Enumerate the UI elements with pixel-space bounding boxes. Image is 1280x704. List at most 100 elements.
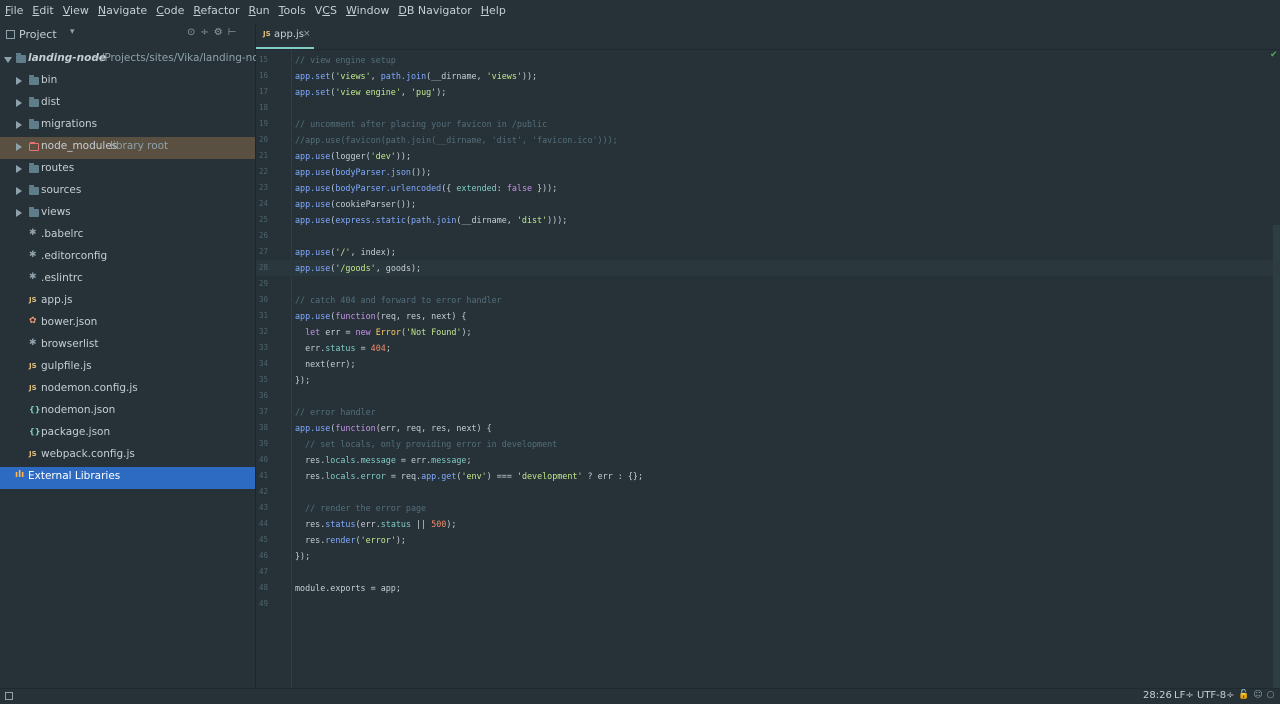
- expand-arrow-icon[interactable]: [16, 77, 22, 85]
- line-number: 31: [258, 311, 268, 320]
- close-icon[interactable]: ×: [303, 29, 311, 39]
- code-line: 17 app.set('view engine', 'pug');: [256, 84, 1280, 100]
- code-line: 34 next(err);: [256, 356, 1280, 372]
- line-number: 49: [258, 599, 268, 608]
- tree-item-dist[interactable]: dist: [0, 93, 255, 115]
- lock-icon[interactable]: 🔓: [1238, 690, 1253, 700]
- tree-item-editorconfig[interactable]: ✱ .editorconfig: [0, 247, 255, 269]
- config-file-icon: ✱: [29, 272, 37, 282]
- tree-item-label: views: [41, 206, 71, 218]
- line-number: 15: [258, 55, 268, 64]
- menu-refactor[interactable]: Refactor: [188, 0, 243, 22]
- hide-panel-icon[interactable]: ⊢: [228, 27, 242, 38]
- tree-item-gulpfile-js[interactable]: JS gulpfile.js: [0, 357, 255, 379]
- code-editor[interactable]: ✔ 15// view engine setup 16 app.set('views…: [256, 50, 1280, 688]
- tool-windows-icon[interactable]: [5, 692, 13, 700]
- caret-position[interactable]: 28:26: [1143, 690, 1172, 701]
- code-line: 48 module.exports = app;: [256, 580, 1280, 596]
- js-file-icon: JS: [29, 384, 37, 392]
- tree-item-label: package.json: [41, 426, 111, 438]
- json-file-icon: {}: [29, 405, 41, 414]
- tree-item-babelrc[interactable]: ✱ .babelrc: [0, 225, 255, 247]
- tree-item-migrations[interactable]: migrations: [0, 115, 255, 137]
- tree-item-external-libraries[interactable]: ılı External Libraries: [0, 467, 255, 489]
- tree-item-package-json[interactable]: {} package.json: [0, 423, 255, 445]
- code-line: 49: [256, 596, 1280, 612]
- expand-arrow-icon[interactable]: [16, 165, 22, 173]
- expand-arrow-icon[interactable]: [16, 143, 22, 151]
- line-number: 47: [258, 567, 268, 576]
- code-line: 18: [256, 100, 1280, 116]
- code-line: 16 app.set('views', path.join(__dirname, …: [256, 68, 1280, 84]
- dropdown-icon[interactable]: ▾: [70, 27, 75, 37]
- line-number: 48: [258, 583, 268, 592]
- menu-code[interactable]: Code: [151, 0, 188, 22]
- code-text: app.use(function(req, res, next) {: [295, 311, 467, 321]
- tab-app-js[interactable]: JS app.js ×: [256, 23, 314, 49]
- menu-window[interactable]: Window: [341, 0, 393, 22]
- tree-item-eslintrc[interactable]: ✱ .eslintrc: [0, 269, 255, 291]
- tree-item-nodemon-json[interactable]: {} nodemon.json: [0, 401, 255, 423]
- line-number: 26: [258, 231, 268, 240]
- menu-help[interactable]: Help: [476, 0, 510, 22]
- code-text: // render the error page: [295, 503, 427, 513]
- library-root-note: library root: [110, 140, 169, 152]
- tree-item-sources[interactable]: sources: [0, 181, 255, 203]
- expand-arrow-icon[interactable]: [16, 121, 22, 129]
- tree-item-bin[interactable]: bin: [0, 71, 255, 93]
- folder-icon: [29, 142, 39, 151]
- tree-item-nodemon-config-js[interactable]: JS nodemon.config.js: [0, 379, 255, 401]
- menu-tools[interactable]: Tools: [274, 0, 310, 22]
- expand-arrow-icon[interactable]: [16, 187, 22, 195]
- code-line: 41 res.locals.error = req.app.get('env')…: [256, 468, 1280, 484]
- code-line: 27 app.use('/', index);: [256, 244, 1280, 260]
- expand-arrow-icon[interactable]: [4, 57, 12, 63]
- folder-icon: [29, 97, 39, 107]
- line-number: 37: [258, 407, 268, 416]
- tree-item-webpack-config-js[interactable]: JS webpack.config.js: [0, 445, 255, 467]
- code-text: // error handler: [295, 407, 376, 417]
- code-line: 28 app.use('/goods', goods);: [256, 260, 1280, 276]
- menu-vcs[interactable]: VCS: [310, 0, 341, 22]
- menu-db-navigator[interactable]: DB Navigator: [393, 0, 475, 22]
- inspector-icon[interactable]: ☺: [1253, 690, 1266, 700]
- menu-view[interactable]: View: [58, 0, 93, 22]
- tree-item-label: .editorconfig: [41, 250, 108, 262]
- tree-item-routes[interactable]: routes: [0, 159, 255, 181]
- tree-item-app-js[interactable]: JS app.js: [0, 291, 255, 313]
- project-icon: [6, 30, 15, 39]
- code-line: 37 // error handler: [256, 404, 1280, 420]
- menu-file[interactable]: File: [0, 0, 27, 22]
- tree-item-views[interactable]: views: [0, 203, 255, 225]
- folder-icon: [29, 207, 39, 217]
- expand-arrow-icon[interactable]: [16, 209, 22, 217]
- tree-root-landing-node[interactable]: landing-node ~/Projects/sites/Vika/landin…: [0, 49, 272, 71]
- editor-scrollbar[interactable]: [1273, 225, 1280, 688]
- code-text: });: [295, 375, 311, 385]
- code-text: app.use('/goods', goods);: [295, 263, 422, 273]
- code-line: 46});: [256, 548, 1280, 564]
- code-text: // catch 404 and forward to error handle…: [295, 295, 502, 305]
- tree-item-bower-json[interactable]: ✿ bower.json: [0, 313, 255, 335]
- line-number: 46: [258, 551, 268, 560]
- gear-icon[interactable]: ⚙: [214, 27, 228, 38]
- menu-run[interactable]: Run: [244, 0, 274, 22]
- code-line: 20 //app.use(favicon(path.join(__dirname,…: [256, 132, 1280, 148]
- tree-item-browserlist[interactable]: ✱ browserlist: [0, 335, 255, 357]
- menu-navigate[interactable]: Navigate: [93, 0, 151, 22]
- file-encoding[interactable]: UTF-8÷: [1197, 690, 1235, 701]
- project-view-selector[interactable]: Project: [19, 28, 57, 41]
- line-separator[interactable]: LF÷: [1174, 690, 1194, 701]
- tree-item-label: .eslintrc: [41, 272, 83, 284]
- line-number: 30: [258, 295, 268, 304]
- event-log-icon[interactable]: ○: [1267, 690, 1279, 700]
- expand-arrow-icon[interactable]: [16, 99, 22, 107]
- menu-edit[interactable]: Edit: [27, 0, 57, 22]
- tree-item-node-modules[interactable]: node_modules library root: [0, 137, 255, 159]
- collapse-all-icon[interactable]: ÷: [200, 27, 213, 38]
- locate-icon[interactable]: ⊙: [187, 27, 200, 38]
- config-file-icon: ✱: [29, 250, 37, 260]
- project-panel: Project ▾ ⊙÷⚙⊢ landing-node ~/Projects/si…: [0, 23, 272, 688]
- code-text: app.use('/', index);: [295, 247, 396, 257]
- js-file-icon: JS: [29, 450, 37, 458]
